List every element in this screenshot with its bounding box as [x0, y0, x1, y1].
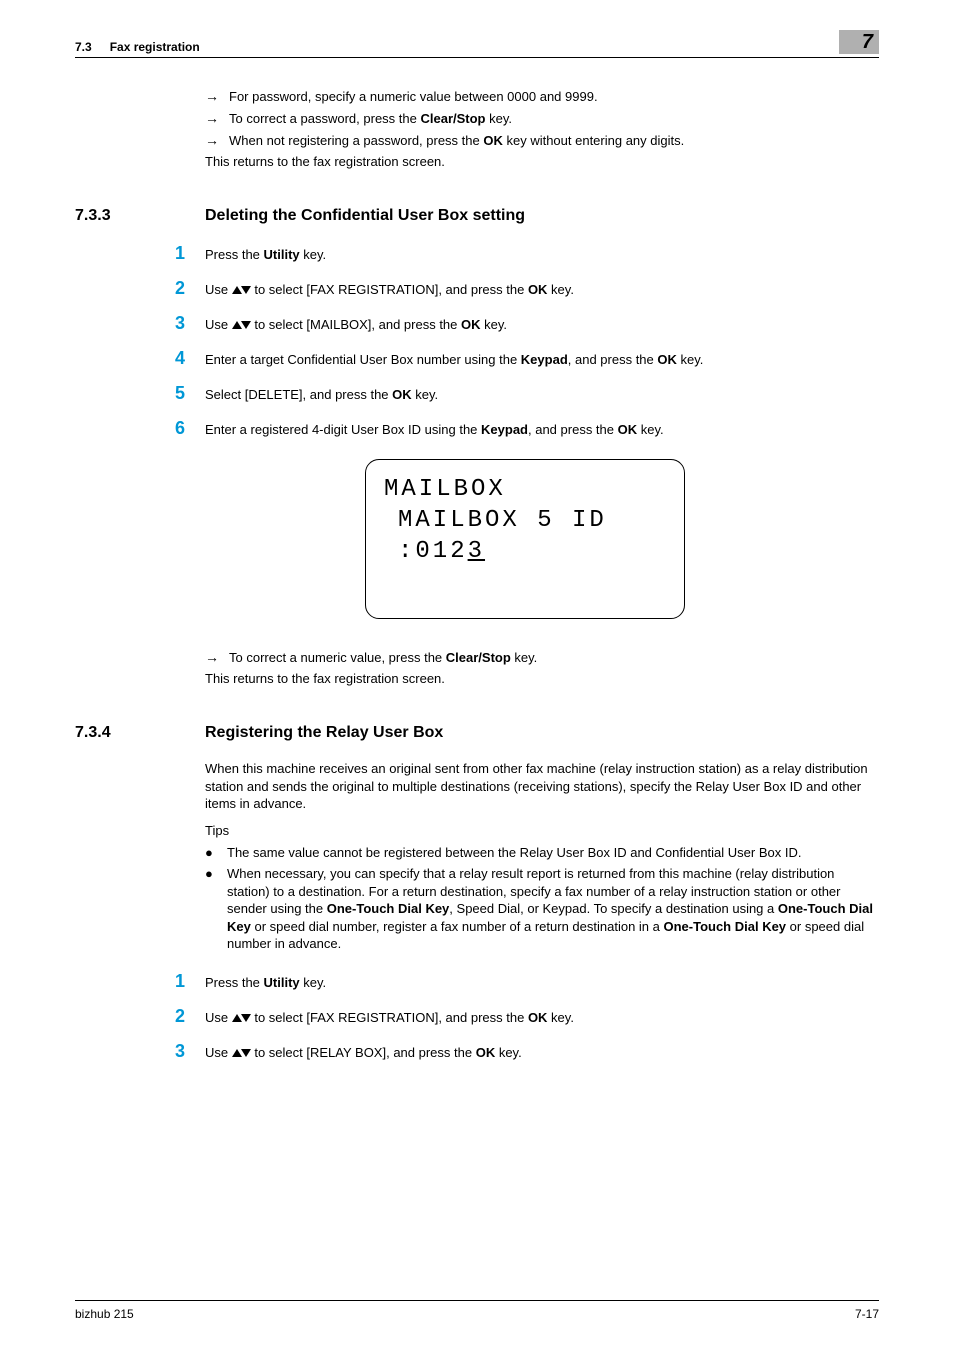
footer-left: bizhub 215: [75, 1307, 134, 1321]
arrow-icon: →: [205, 649, 219, 665]
lcd-line-1: MAILBOX: [384, 474, 666, 505]
triangle-down-icon: [241, 286, 251, 294]
header-section-title: Fax registration: [110, 40, 200, 54]
lcd-line-2: MAILBOX 5 ID: [384, 505, 666, 536]
tips-label: Tips: [205, 823, 879, 838]
page-header: 7.3 Fax registration: [75, 40, 879, 58]
intro-bullet-3: → When not registering a password, press…: [205, 132, 879, 148]
lcd-line-3: :0123: [384, 536, 666, 567]
bullet-dot-icon: ●: [205, 865, 227, 953]
step-734-1: 1 Press the Utility key.: [205, 971, 879, 992]
step-number: 6: [175, 418, 205, 439]
lcd-display: MAILBOX MAILBOX 5 ID :0123: [365, 459, 685, 619]
page-footer: bizhub 215 7-17: [75, 1300, 879, 1321]
arrow-icon: →: [205, 132, 219, 148]
section-title-733: Deleting the Confidential User Box setti…: [205, 207, 525, 225]
tip-bullet-2: ● When necessary, you can specify that a…: [205, 865, 879, 953]
bullet-dot-icon: ●: [205, 844, 227, 862]
tip-bullet-1: ● The same value cannot be registered be…: [205, 844, 879, 862]
step-733-6: 6 Enter a registered 4-digit User Box ID…: [205, 418, 879, 439]
arrow-icon: →: [205, 110, 219, 126]
section-title-734: Registering the Relay User Box: [205, 724, 443, 742]
section-number-734: 7.3.4: [75, 724, 205, 742]
header-section-number: 7.3: [75, 40, 92, 54]
step-number: 2: [175, 1006, 205, 1027]
step-733-3: 3 Use to select [MAILBOX], and press the…: [205, 313, 879, 334]
chapter-badge: 7: [839, 30, 879, 54]
triangle-down-icon: [241, 321, 251, 329]
step-733-1: 1 Press the Utility key.: [205, 243, 879, 264]
step-733-2: 2 Use to select [FAX REGISTRATION], and …: [205, 278, 879, 299]
section-number-733: 7.3.3: [75, 207, 205, 225]
step-number: 1: [175, 243, 205, 264]
intro-bullet-2: → To correct a password, press the Clear…: [205, 110, 879, 126]
step-733-4: 4 Enter a target Confidential User Box n…: [205, 348, 879, 369]
step-733-5: 5 Select [DELETE], and press the OK key.: [205, 383, 879, 404]
triangle-down-icon: [241, 1049, 251, 1057]
intro-text-3: When not registering a password, press t…: [229, 133, 879, 148]
triangle-down-icon: [241, 1014, 251, 1022]
step-number: 5: [175, 383, 205, 404]
section-heading-733: 7.3.3 Deleting the Confidential User Box…: [205, 207, 879, 225]
section-heading-734: 7.3.4 Registering the Relay User Box: [205, 724, 879, 742]
intro-return-text: This returns to the fax registration scr…: [205, 154, 879, 169]
step-number: 3: [175, 313, 205, 334]
intro-text-2: To correct a password, press the Clear/S…: [229, 111, 879, 126]
intro-text-1: For password, specify a numeric value be…: [229, 89, 879, 104]
post-lcd-plain: This returns to the fax registration scr…: [205, 671, 879, 686]
step-number: 4: [175, 348, 205, 369]
step-number: 1: [175, 971, 205, 992]
intro-bullet-1: → For password, specify a numeric value …: [205, 88, 879, 104]
footer-right: 7-17: [855, 1307, 879, 1321]
chapter-number: 7: [862, 31, 873, 54]
step-734-2: 2 Use to select [FAX REGISTRATION], and …: [205, 1006, 879, 1027]
tips-bullets: ● The same value cannot be registered be…: [205, 844, 879, 953]
step-734-3: 3 Use to select [RELAY BOX], and press t…: [205, 1041, 879, 1062]
section-734-intro-para: When this machine receives an original s…: [205, 760, 879, 813]
arrow-icon: →: [205, 88, 219, 104]
step-number: 2: [175, 278, 205, 299]
post-lcd-arrow: → To correct a numeric value, press the …: [205, 649, 879, 665]
step-number: 3: [175, 1041, 205, 1062]
